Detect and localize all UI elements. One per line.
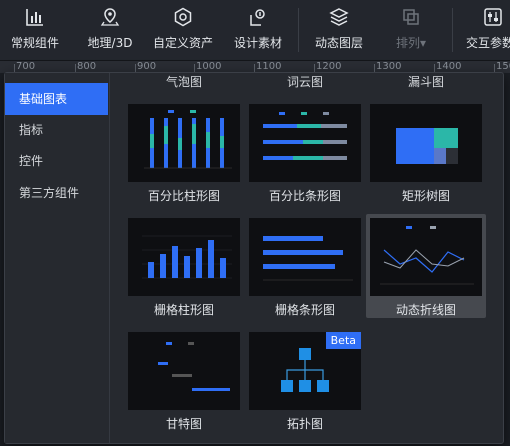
toolbar-button-arrange[interactable]: 排列▾ [388,0,434,60]
sliders-icon [482,6,504,28]
sidebar-item-indicators[interactable]: 指标 [5,114,108,146]
grid-bar-thumbnail [249,218,361,296]
gantt-thumbnail [128,332,240,410]
grid-column-thumbnail [128,218,240,296]
chart-card-grid-bar[interactable]: 栅格条形图 [245,218,365,318]
percent-column-thumbnail [128,104,240,182]
card-label: 栅格柱形图 [153,303,214,317]
toolbar-button-dynamic-layers[interactable]: 动态图层 [311,0,367,60]
card-label[interactable]: 词云图 [245,73,365,90]
toolbar-label: 常规组件 [10,36,59,50]
copy-icon [400,6,422,28]
card-label: 百分比柱形图 [147,189,220,203]
card-label: 矩形树图 [401,189,450,203]
toolbar-label: 交互参数 [466,36,510,50]
ruler-mark: 1300 [376,61,402,72]
card-label: 拓扑图 [286,417,323,431]
toolbar-label: 自定义资产 [152,36,213,50]
hexagon-icon [172,6,194,28]
toolbar-label: 排列▾ [395,36,427,50]
chart-card-percent-bar[interactable]: 百分比条形图 [245,104,365,204]
top-toolbar: 常规组件 地理/3D 自定义资产 设计素材 动态图层 排列▾ 交互参数 [0,0,510,61]
toolbar-label: 地理/3D [87,36,133,50]
search-box-icon [247,6,269,28]
ruler-mark: 1200 [316,61,342,72]
layers-icon [328,6,350,28]
ruler-mark: 1100 [256,61,282,72]
toolbar-divider [452,8,453,52]
toolbar-button-custom-assets[interactable]: 自定义资产 [151,0,215,60]
treemap-thumbnail [370,104,482,182]
bar-chart-icon [24,6,46,28]
toolbar-button-design-materials[interactable]: 设计素材 [231,0,285,60]
toolbar-button-common-components[interactable]: 常规组件 [8,0,62,60]
card-label: 甘特图 [165,417,202,431]
chart-card-topology[interactable]: Beta 拓扑图 [245,332,365,432]
chart-card-gantt[interactable]: 甘特图 [124,332,244,432]
ruler-mark: 1400 [436,61,462,72]
card-label[interactable]: 漏斗图 [366,73,486,90]
map-pin-icon [99,6,121,28]
chart-grid: 气泡图 词云图 漏斗图 百分比柱形图 百分比条形图 矩形树图 栅格柱形图 栅格条… [110,73,502,443]
dynamic-line-thumbnail [370,218,482,296]
ruler-mark: 800 [77,61,97,72]
toolbar-label: 动态图层 [314,36,363,50]
sidebar-item-controls[interactable]: 控件 [5,145,108,177]
ruler-mark: 1000 [196,61,222,72]
ruler-mark: 700 [16,61,36,72]
card-label: 栅格条形图 [274,303,335,317]
topology-thumbnail: Beta [249,332,361,410]
percent-bar-thumbnail [249,104,361,182]
sidebar-item-basic-charts[interactable]: 基础图表 [5,83,108,115]
toolbar-button-interaction-params[interactable]: 交互参数 [466,0,510,60]
beta-badge: Beta [325,332,361,349]
toolbar-divider [298,8,299,52]
card-label[interactable]: 气泡图 [124,73,244,90]
ruler-mark: 900 [137,61,157,72]
toolbar-button-geo-3d[interactable]: 地理/3D [84,0,136,60]
chart-card-treemap[interactable]: 矩形树图 [366,104,486,204]
sidebar-item-third-party[interactable]: 第三方组件 [5,177,108,209]
chart-card-dynamic-line[interactable]: 动态折线图 [366,214,486,318]
card-label: 百分比条形图 [268,189,341,203]
chart-card-percent-column[interactable]: 百分比柱形图 [124,104,244,204]
category-sidebar: 基础图表 指标 控件 第三方组件 [5,73,110,443]
card-label: 动态折线图 [395,303,456,317]
component-picker-panel: 基础图表 指标 控件 第三方组件 气泡图 词云图 漏斗图 百分比柱形图 百分比条… [4,72,504,444]
toolbar-label: 设计素材 [233,36,282,50]
ruler-mark: 1500 [496,61,510,72]
chart-card-grid-column[interactable]: 栅格柱形图 [124,218,244,318]
